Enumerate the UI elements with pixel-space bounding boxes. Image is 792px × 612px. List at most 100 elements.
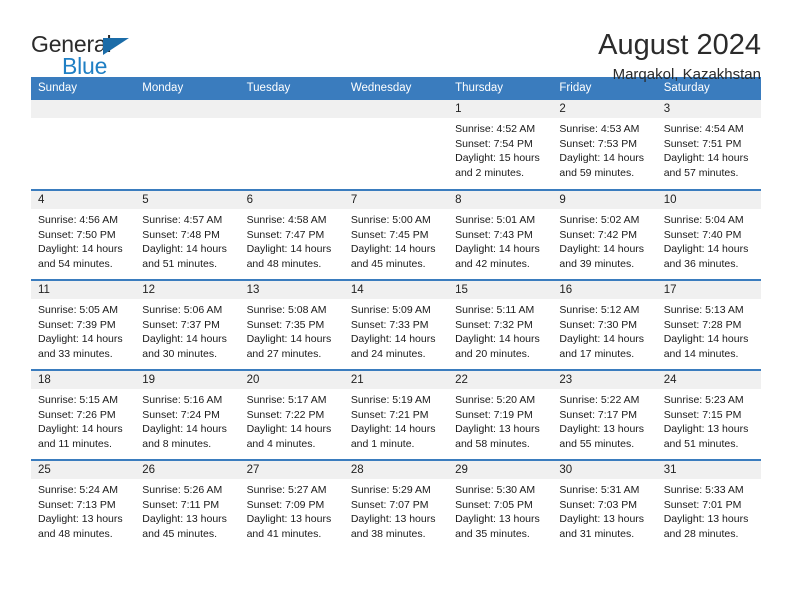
calendar-day-cell[interactable]: 28 Sunrise: 5:29 AM Sunset: 7:07 PM Dayligh… xyxy=(343,459,449,550)
calendar-day-cell[interactable]: 6 Sunrise: 4:58 AM Sunset: 7:47 PM Daylight… xyxy=(239,189,344,280)
calendar-day-cell[interactable]: 17 Sunrise: 5:13 AM Sunset: 7:28 PM Dayligh… xyxy=(656,279,761,370)
calendar-day-cell[interactable]: 16 Sunrise: 5:12 AM Sunset: 7:30 PM Dayligh… xyxy=(552,279,657,370)
calendar-day-cell[interactable]: 21 Sunrise: 5:19 AM Sunset: 7:21 PM Dayligh… xyxy=(343,369,449,460)
calendar-day-cell[interactable]: 4 Sunrise: 4:56 AM Sunset: 7:50 PM Daylight… xyxy=(31,189,136,280)
sunset-text: Sunset: 7:42 PM xyxy=(559,228,638,241)
weekday-header-monday: Monday xyxy=(135,77,240,100)
sunset-text: Sunset: 7:40 PM xyxy=(663,228,742,241)
day-number: 18 xyxy=(31,371,136,389)
day-number: 15 xyxy=(448,281,553,299)
calendar-day-cell[interactable]: 10 Sunrise: 5:04 AM Sunset: 7:40 PM Dayligh… xyxy=(656,189,761,280)
calendar-day-cell[interactable]: 22 Sunrise: 5:20 AM Sunset: 7:19 PM Dayligh… xyxy=(448,369,553,460)
day-number: 10 xyxy=(656,191,761,209)
calendar-day-cell[interactable]: 15 Sunrise: 5:11 AM Sunset: 7:32 PM Dayligh… xyxy=(448,279,553,370)
day-details: Sunrise: 5:09 AM Sunset: 7:33 PM Daylight:… xyxy=(344,299,448,361)
calendar-day-cell[interactable]: 7 Sunrise: 5:00 AM Sunset: 7:45 PM Daylight… xyxy=(343,189,449,280)
day-details: Sunrise: 4:52 AM Sunset: 7:54 PM Daylight:… xyxy=(448,118,552,180)
day-details: Sunrise: 5:04 AM Sunset: 7:40 PM Daylight:… xyxy=(657,209,761,271)
sunset-text: Sunset: 7:35 PM xyxy=(246,318,325,331)
day-details: Sunrise: 5:15 AM Sunset: 7:26 PM Daylight:… xyxy=(31,389,135,451)
calendar-day-cell[interactable]: 11 Sunrise: 5:05 AM Sunset: 7:39 PM Dayligh… xyxy=(31,279,136,370)
calendar-day-cell[interactable]: 30 Sunrise: 5:31 AM Sunset: 7:03 PM Dayligh… xyxy=(552,459,657,550)
sunset-text: Sunset: 7:19 PM xyxy=(455,408,533,421)
sunrise-text: Sunrise: 5:06 AM xyxy=(142,304,223,316)
daylight-text-line1: Daylight: 14 hours xyxy=(663,333,749,346)
calendar-day-cell[interactable]: 12 Sunrise: 5:06 AM Sunset: 7:37 PM Dayligh… xyxy=(135,279,240,370)
calendar-day-cell[interactable]: 24 Sunrise: 5:23 AM Sunset: 7:15 PM Dayligh… xyxy=(656,369,761,460)
daylight-text-line2: and 51 minutes. xyxy=(663,437,739,450)
day-number: 19 xyxy=(135,371,240,389)
sunset-text: Sunset: 7:54 PM xyxy=(455,137,533,150)
sunset-text: Sunset: 7:47 PM xyxy=(246,228,325,241)
daylight-text-line1: Daylight: 14 hours xyxy=(142,423,227,436)
calendar-day-cell[interactable]: 18 Sunrise: 5:15 AM Sunset: 7:26 PM Dayligh… xyxy=(31,369,136,460)
day-number: 14 xyxy=(343,281,449,299)
calendar-week-row: 4 Sunrise: 4:56 AM Sunset: 7:50 PM Daylight… xyxy=(31,189,761,280)
day-details: Sunrise: 4:57 AM Sunset: 7:48 PM Daylight:… xyxy=(135,209,239,271)
weekday-header-thursday: Thursday xyxy=(448,77,553,100)
sunrise-text: Sunrise: 5:09 AM xyxy=(350,304,431,316)
daylight-text-line2: and 11 minutes. xyxy=(38,437,112,450)
sunrise-text: Sunrise: 5:02 AM xyxy=(559,214,640,226)
calendar-day-cell[interactable]: 25 Sunrise: 5:24 AM Sunset: 7:13 PM Dayligh… xyxy=(31,459,136,550)
day-details: Sunrise: 5:05 AM Sunset: 7:39 PM Daylight:… xyxy=(31,299,135,361)
day-number: 30 xyxy=(552,461,657,479)
daylight-text-line1: Daylight: 15 hours xyxy=(455,152,540,165)
day-details: Sunrise: 5:31 AM Sunset: 7:03 PM Daylight:… xyxy=(552,479,656,541)
daylight-text-line1: Daylight: 14 hours xyxy=(559,243,645,256)
day-details: Sunrise: 5:02 AM Sunset: 7:42 PM Daylight:… xyxy=(552,209,656,271)
calendar-day-cell[interactable]: 1 Sunrise: 4:52 AM Sunset: 7:54 PM Daylight… xyxy=(448,100,553,190)
sunset-text: Sunset: 7:48 PM xyxy=(142,228,220,241)
sunrise-text: Sunrise: 4:57 AM xyxy=(142,214,223,226)
sunset-text: Sunset: 7:11 PM xyxy=(142,498,220,511)
daylight-text-line2: and 55 minutes. xyxy=(559,437,635,450)
calendar-day-cell[interactable]: 8 Sunrise: 5:01 AM Sunset: 7:43 PM Daylight… xyxy=(448,189,553,280)
day-number: 25 xyxy=(31,461,136,479)
day-details: Sunrise: 5:23 AM Sunset: 7:15 PM Daylight:… xyxy=(657,389,761,451)
sunset-text: Sunset: 7:22 PM xyxy=(246,408,325,421)
calendar-day-cell[interactable]: 26 Sunrise: 5:26 AM Sunset: 7:11 PM Dayligh… xyxy=(135,459,240,550)
day-details: Sunrise: 5:22 AM Sunset: 7:17 PM Daylight:… xyxy=(552,389,656,451)
daylight-text-line2: and 8 minutes. xyxy=(142,437,212,450)
daylight-text-line2: and 42 minutes. xyxy=(455,257,530,270)
daylight-text-line1: Daylight: 13 hours xyxy=(142,513,227,526)
day-number: 28 xyxy=(343,461,449,479)
calendar-day-cell[interactable]: 29 Sunrise: 5:30 AM Sunset: 7:05 PM Dayligh… xyxy=(448,459,553,550)
calendar-day-cell[interactable]: 31 Sunrise: 5:33 AM Sunset: 7:01 PM Dayligh… xyxy=(656,459,761,550)
daylight-text-line1: Daylight: 14 hours xyxy=(38,423,123,436)
day-number: 29 xyxy=(448,461,553,479)
daylight-text-line2: and 1 minute. xyxy=(350,437,415,450)
sunset-text: Sunset: 7:13 PM xyxy=(38,498,116,511)
daylight-text-line1: Daylight: 14 hours xyxy=(350,423,436,436)
daylight-text-line1: Daylight: 14 hours xyxy=(663,152,749,165)
sunset-text: Sunset: 7:24 PM xyxy=(142,408,220,421)
daylight-text-line1: Daylight: 13 hours xyxy=(246,513,332,526)
calendar-day-cell-empty xyxy=(239,100,344,190)
day-number: 21 xyxy=(343,371,449,389)
day-number: 31 xyxy=(656,461,761,479)
calendar-day-cell[interactable]: 20 Sunrise: 5:17 AM Sunset: 7:22 PM Dayligh… xyxy=(239,369,344,460)
calendar-day-cell[interactable]: 14 Sunrise: 5:09 AM Sunset: 7:33 PM Dayligh… xyxy=(343,279,449,370)
daylight-text-line2: and 57 minutes. xyxy=(663,166,739,179)
calendar-day-cell[interactable]: 9 Sunrise: 5:02 AM Sunset: 7:42 PM Daylight… xyxy=(552,189,657,280)
day-number: 26 xyxy=(135,461,240,479)
sunrise-text: Sunrise: 5:16 AM xyxy=(142,394,223,406)
calendar-day-cell[interactable]: 23 Sunrise: 5:22 AM Sunset: 7:17 PM Dayligh… xyxy=(552,369,657,460)
calendar-day-cell[interactable]: 2 Sunrise: 4:53 AM Sunset: 7:53 PM Daylight… xyxy=(552,100,657,190)
daylight-text-line2: and 54 minutes. xyxy=(38,257,113,270)
daylight-text-line2: and 17 minutes. xyxy=(559,347,635,360)
calendar-day-cell[interactable]: 5 Sunrise: 4:57 AM Sunset: 7:48 PM Daylight… xyxy=(135,189,240,280)
calendar-day-cell[interactable]: 19 Sunrise: 5:16 AM Sunset: 7:24 PM Dayligh… xyxy=(135,369,240,460)
day-details: Sunrise: 5:26 AM Sunset: 7:11 PM Daylight:… xyxy=(135,479,239,541)
calendar-day-cell[interactable]: 3 Sunrise: 4:54 AM Sunset: 7:51 PM Daylight… xyxy=(656,100,761,190)
sunrise-text: Sunrise: 5:05 AM xyxy=(38,304,118,316)
sunset-text: Sunset: 7:53 PM xyxy=(559,137,638,150)
calendar-day-cell[interactable]: 13 Sunrise: 5:08 AM Sunset: 7:35 PM Dayligh… xyxy=(239,279,344,370)
daylight-text-line1: Daylight: 14 hours xyxy=(663,243,749,256)
day-details: Sunrise: 5:29 AM Sunset: 7:07 PM Daylight:… xyxy=(344,479,448,541)
day-number: 2 xyxy=(552,100,657,118)
sunset-text: Sunset: 7:37 PM xyxy=(142,318,220,331)
sunrise-text: Sunrise: 5:20 AM xyxy=(455,394,536,406)
daylight-text-line2: and 36 minutes. xyxy=(663,257,739,270)
calendar-day-cell[interactable]: 27 Sunrise: 5:27 AM Sunset: 7:09 PM Dayligh… xyxy=(239,459,344,550)
